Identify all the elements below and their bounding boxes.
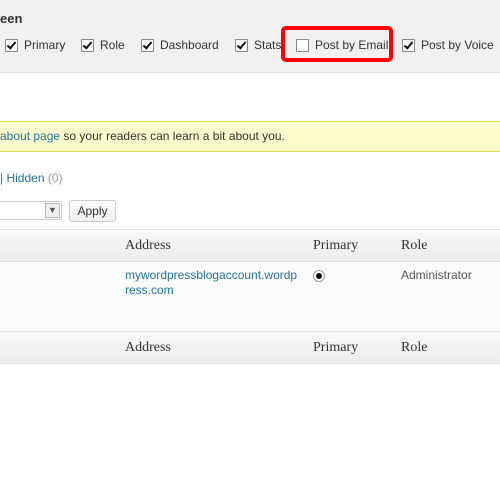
column-toggle-primary[interactable]: Primary bbox=[5, 38, 65, 52]
notice-banner: about page so your readers can learn a b… bbox=[0, 121, 500, 152]
highlight-box bbox=[281, 26, 393, 62]
screen-options-panel: een Primary Role Dashboard Stats Post by… bbox=[0, 0, 500, 73]
checkbox[interactable] bbox=[141, 38, 154, 52]
column-footer-primary[interactable]: Primary bbox=[313, 340, 358, 356]
checkbox[interactable] bbox=[81, 38, 94, 52]
view-filter: | Hidden (0) bbox=[0, 171, 63, 185]
apply-button[interactable]: Apply bbox=[69, 200, 116, 222]
chevron-down-icon: ▼ bbox=[45, 203, 60, 218]
bulk-actions-select[interactable]: ▼ bbox=[0, 201, 62, 220]
column-toggle-stats[interactable]: Stats bbox=[235, 38, 281, 52]
checkbox[interactable] bbox=[5, 38, 18, 52]
blog-address-link[interactable]: mywordpressblogaccount.wordpress.com bbox=[125, 268, 300, 298]
column-footer-role[interactable]: Role bbox=[401, 340, 427, 356]
screen-options-title: een bbox=[0, 11, 23, 26]
column-header-address[interactable]: Address bbox=[125, 238, 171, 254]
checkbox[interactable] bbox=[235, 38, 248, 52]
checkbox[interactable] bbox=[402, 38, 415, 52]
column-header-primary[interactable]: Primary bbox=[313, 238, 358, 254]
column-header-role[interactable]: Role bbox=[401, 238, 427, 254]
table-header: Address Primary Role bbox=[0, 229, 500, 262]
column-toggle-post-by-voice[interactable]: Post by Voice bbox=[402, 38, 494, 52]
primary-radio[interactable] bbox=[313, 270, 325, 282]
role-value: Administrator bbox=[401, 268, 472, 282]
column-footer-address[interactable]: Address bbox=[125, 340, 171, 356]
column-toggle-dashboard[interactable]: Dashboard bbox=[141, 38, 219, 52]
about-page-link[interactable]: about page bbox=[0, 129, 60, 143]
column-toggle-role[interactable]: Role bbox=[81, 38, 125, 52]
filter-hidden-link[interactable]: Hidden bbox=[6, 171, 44, 185]
table-row: mywordpressblogaccount.wordpress.com Adm… bbox=[0, 263, 500, 331]
table-footer: Address Primary Role bbox=[0, 331, 500, 364]
